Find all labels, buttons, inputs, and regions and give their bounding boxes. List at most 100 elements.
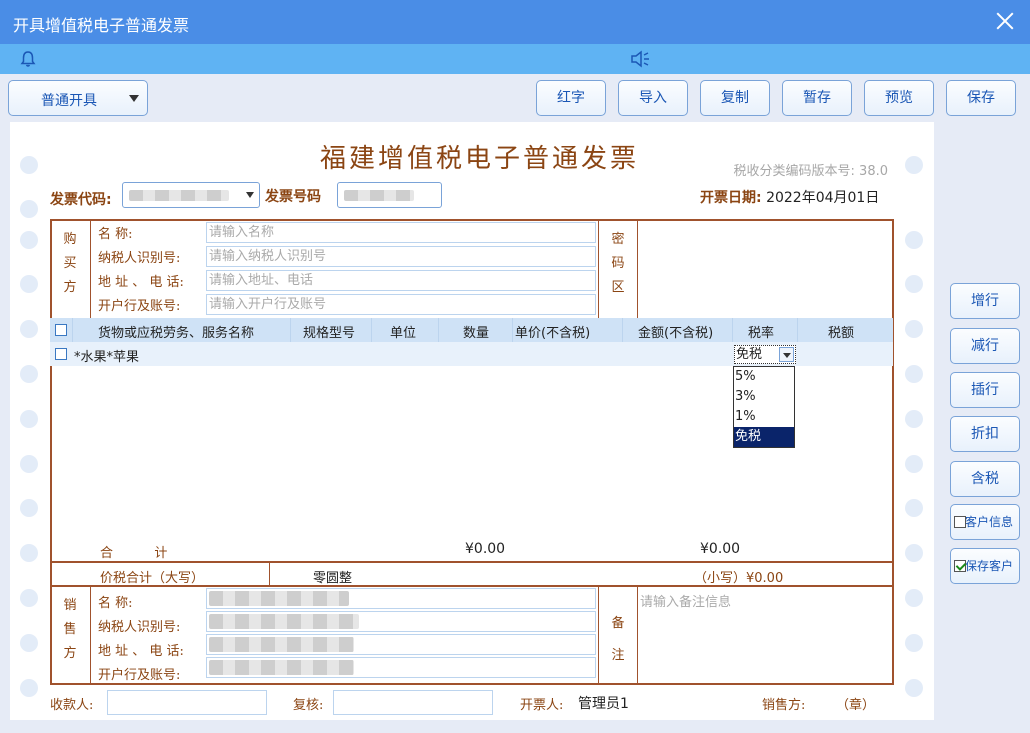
close-icon[interactable] xyxy=(992,8,1018,34)
save-customer-label: 保存客户 xyxy=(965,559,1014,573)
payee-label: 收款人: xyxy=(50,698,94,713)
perforation-hole xyxy=(905,634,923,652)
invoice-paper: 福建增值税电子普通发票 税收分类编码版本号: 38.0 发票代码: 发票号码 开… xyxy=(10,122,934,720)
save-customer-toggle[interactable]: 保存客户 xyxy=(950,548,1020,584)
copy-button[interactable]: 复制 xyxy=(700,80,770,116)
customer-info-label: 客户信息 xyxy=(965,515,1014,529)
import-button[interactable]: 导入 xyxy=(618,80,688,116)
seller-address-input[interactable] xyxy=(206,634,596,655)
total-amount: ¥0.00 xyxy=(465,541,506,557)
notice-bar xyxy=(0,44,1030,74)
customer-info-checkbox[interactable] xyxy=(954,516,966,528)
row-checkbox[interactable] xyxy=(55,348,67,360)
add-row-button[interactable]: 增行 xyxy=(950,283,1020,319)
speaker-icon[interactable] xyxy=(630,50,652,68)
col-amount: 金额(不含税) xyxy=(638,326,714,341)
perforation-hole xyxy=(20,200,38,218)
red-invoice-button[interactable]: 红字 xyxy=(536,80,606,116)
issue-mode-select[interactable]: 普通开具 xyxy=(8,80,148,116)
row-goods-name[interactable]: *水果*苹果 xyxy=(74,346,139,365)
invoice-date-value: 2022年04月01日 xyxy=(766,190,880,206)
perforation-hole xyxy=(20,410,38,428)
insert-row-button[interactable]: 插行 xyxy=(950,372,1020,408)
issue-mode-value: 普通开具 xyxy=(41,93,97,109)
buyer-side-char: 方 xyxy=(63,280,77,295)
tax-included-button[interactable]: 含税 xyxy=(950,461,1020,497)
perforation-hole xyxy=(905,679,923,697)
buyer-name-label: 名 称: xyxy=(98,227,133,242)
seller-bank-label: 开户行及账号: xyxy=(98,668,181,683)
cipher-char: 码 xyxy=(611,256,625,271)
col-goods-name: 货物或应税劳务、服务名称 xyxy=(98,326,255,341)
perforation-hole xyxy=(20,499,38,517)
perforation-hole xyxy=(20,455,38,473)
customer-info-toggle[interactable]: 客户信息 xyxy=(950,504,1020,540)
col-spec: 规格型号 xyxy=(303,326,356,341)
divider xyxy=(50,561,894,563)
buyer-address-input[interactable]: 请输入地址、电话 xyxy=(206,270,596,291)
redacted-value xyxy=(129,190,229,201)
perforation-hole xyxy=(905,455,923,473)
perforation-hole xyxy=(905,320,923,338)
divider xyxy=(269,562,270,586)
perforation-hole xyxy=(905,365,923,383)
reviewer-label: 复核: xyxy=(293,698,324,713)
drawer-label: 开票人: xyxy=(520,698,564,713)
chevron-down-icon xyxy=(246,192,254,198)
save-button[interactable]: 保存 xyxy=(946,80,1016,116)
perforation-hole xyxy=(20,320,38,338)
redacted-value xyxy=(209,591,349,606)
tax-rate-select[interactable]: 免税 xyxy=(734,345,796,364)
redacted-value xyxy=(209,660,354,675)
seller-tax-id-input[interactable] xyxy=(206,611,596,632)
drawer-value: 管理员1 xyxy=(578,696,629,712)
tax-rate-option[interactable]: 5% xyxy=(734,367,794,387)
buyer-side-char: 购 xyxy=(63,232,77,247)
reviewer-input[interactable] xyxy=(333,690,493,715)
perforation-hole xyxy=(905,499,923,517)
perforation-hole xyxy=(20,231,38,249)
draft-save-button[interactable]: 暂存 xyxy=(782,80,852,116)
buyer-tax-id-input[interactable]: 请输入纳税人识别号 xyxy=(206,246,596,267)
perforation-hole xyxy=(905,275,923,293)
bell-icon[interactable] xyxy=(19,50,37,68)
tax-rate-option[interactable]: 3% xyxy=(734,387,794,407)
buyer-name-input[interactable]: 请输入名称 xyxy=(206,222,596,243)
buyer-bank-label: 开户行及账号: xyxy=(98,299,181,314)
chevron-down-icon[interactable] xyxy=(779,347,794,362)
payee-input[interactable] xyxy=(107,690,267,715)
select-all-checkbox[interactable] xyxy=(55,324,67,336)
col-tax-amount: 税额 xyxy=(828,326,855,341)
remark-input[interactable]: 请输入备注信息 xyxy=(640,591,731,610)
invoice-number-field[interactable] xyxy=(337,182,442,208)
save-customer-checkbox[interactable] xyxy=(954,560,966,572)
preview-button[interactable]: 预览 xyxy=(864,80,934,116)
seller-seal-label: 销售方: xyxy=(762,698,806,713)
seller-bank-input[interactable] xyxy=(206,657,596,678)
divider xyxy=(598,586,599,685)
tax-rate-option[interactable]: 1% xyxy=(734,407,794,427)
invoice-code-select[interactable] xyxy=(122,182,260,208)
buyer-side-label: 购 买 方 xyxy=(60,228,80,300)
perforation-hole xyxy=(20,365,38,383)
divider xyxy=(90,219,91,318)
seller-side-char: 售 xyxy=(63,622,77,637)
perforation-hole xyxy=(905,156,923,174)
tax-rate-dropdown[interactable]: 5% 3% 1% 免税 xyxy=(733,366,795,448)
total-caps-value: 零圆整 xyxy=(313,571,353,586)
perforation-hole xyxy=(905,410,923,428)
delete-row-button[interactable]: 减行 xyxy=(950,328,1020,364)
seal-text: （章） xyxy=(836,698,876,713)
total-small: （小写）¥0.00 xyxy=(694,571,784,586)
perforation-hole xyxy=(905,544,923,562)
tax-rate-value: 免税 xyxy=(736,347,763,362)
discount-button[interactable]: 折扣 xyxy=(950,416,1020,452)
total-tax: ¥0.00 xyxy=(700,541,741,557)
redacted-value xyxy=(209,637,354,652)
window-title: 开具增值税电子普通发票 xyxy=(13,16,190,35)
buyer-address-label: 地 址 、 电 话: xyxy=(98,275,184,290)
buyer-bank-input[interactable]: 请输入开户行及账号 xyxy=(206,294,596,315)
seller-name-input[interactable] xyxy=(206,588,596,609)
items-table-header: 货物或应税劳务、服务名称 规格型号 单位 数量 单价(不含税) 金额(不含税) … xyxy=(50,318,893,342)
tax-rate-option-selected[interactable]: 免税 xyxy=(734,427,794,447)
